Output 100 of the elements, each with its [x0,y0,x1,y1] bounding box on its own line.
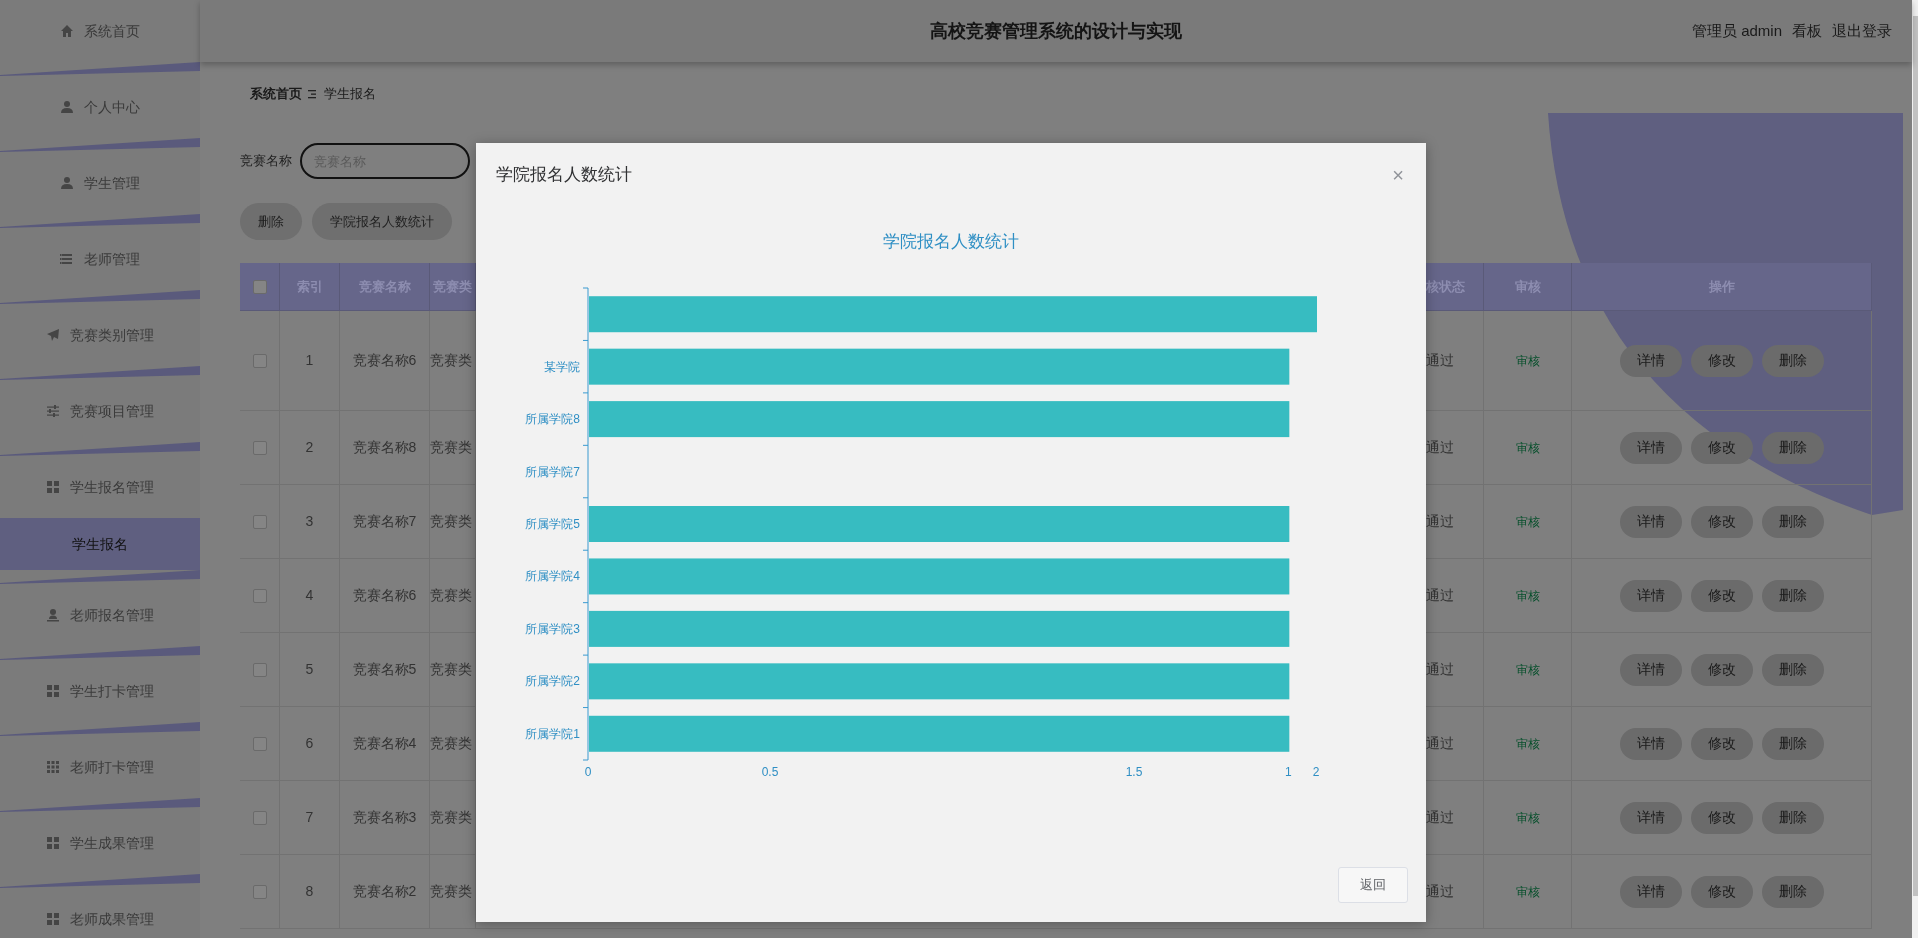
table-cell-text: 通过 [1426,438,1454,457]
table-cell-text: 通过 [1426,351,1454,370]
sidebar-subitem[interactable]: 学生报名 [0,518,200,570]
checkbox[interactable] [252,514,267,529]
breadcrumb-item[interactable]: 系统首页 [250,84,302,104]
grid-icon [46,480,60,494]
user-icon [60,176,74,190]
table-cell-text: 7 [305,808,314,827]
table-cell-text: 4 [305,586,314,605]
table-cell-text: 2 [305,438,314,457]
table-cell-text: 通过 [1426,734,1454,753]
grid-icon [46,912,60,926]
table-cell-text: 竞赛类 [430,808,472,827]
checkbox[interactable] [252,662,267,677]
checkbox[interactable] [252,279,267,294]
axis-label: 所属学院7 [525,464,580,479]
review-link[interactable]: 审核 [1515,734,1540,753]
row-action-button[interactable]: 修改 [1690,579,1753,612]
grid-icon [46,836,60,850]
row-action-button[interactable]: 详情 [1619,579,1682,612]
user-name: 管理员 admin [1691,20,1782,41]
row-action-button[interactable]: 修改 [1690,801,1753,834]
row-action-button[interactable]: 删除 [1761,653,1824,686]
row-action-button[interactable]: 详情 [1619,653,1682,686]
review-link[interactable]: 审核 [1515,882,1540,901]
table-cell-text: 竞赛类 [430,351,472,370]
row-action-button[interactable]: 修改 [1690,653,1753,686]
table-cell-text: 竞赛名称3 [352,808,417,827]
table-cell-text: 竞赛类 [430,586,472,605]
table-cell-text: 竞赛名称2 [352,882,417,901]
axis-label: 所属学院1 [525,726,580,741]
header-link[interactable]: 看板 [1792,19,1822,43]
review-link[interactable]: 审核 [1515,808,1540,827]
user-icon [46,608,60,622]
table-cell-text: 竞赛名称6 [352,586,417,605]
table-cell-text: 竞赛类 [430,660,472,679]
axis-label: 所属学院3 [525,621,580,636]
back-button[interactable]: 返回 [1338,867,1408,903]
table-cell-text: 5 [305,660,314,679]
row-action-button[interactable]: 删除 [1761,727,1824,760]
row-action-button[interactable]: 详情 [1619,344,1682,377]
axis-label: 某学院 [544,359,580,374]
app-title: 高校竞赛管理系统的设计与实现 [930,19,1182,43]
row-action-button[interactable]: 详情 [1619,875,1682,908]
row-action-button[interactable]: 详情 [1619,431,1682,464]
sliders-icon [46,404,60,418]
action-button[interactable]: 学院报名人数统计 [312,203,452,240]
axis-label: 2 [1312,765,1320,779]
header-link[interactable]: 退出登录 [1832,19,1892,43]
row-action-button[interactable]: 修改 [1690,875,1753,908]
review-link[interactable]: 审核 [1515,351,1540,370]
row-action-button[interactable]: 删除 [1761,579,1824,612]
row-action-button[interactable]: 修改 [1690,431,1753,464]
row-action-button[interactable]: 详情 [1619,505,1682,538]
axis-label: 所属学院4 [525,569,580,584]
review-link[interactable]: 审核 [1515,512,1540,531]
table-cell-text: 竞赛名称5 [352,660,417,679]
row-action-button[interactable]: 删除 [1761,505,1824,538]
axis-label: 1 [1285,765,1292,779]
axis-label: 1.5 [1125,765,1143,779]
dialog-title: 学院报名人数统计 [496,164,632,187]
table-cell-text: 通过 [1426,808,1454,827]
table-cell-text: 竞赛类 [430,438,472,457]
checkbox[interactable] [252,353,267,368]
table-cell-text: 8 [305,882,314,901]
review-link[interactable]: 审核 [1515,586,1540,605]
checkbox[interactable] [252,884,267,899]
paper-plane-icon [46,328,60,342]
field-label: 竞赛名称 [240,152,292,171]
row-action-button[interactable]: 修改 [1690,505,1753,538]
axis-label: 所属学院8 [525,412,580,427]
table-cell-text: 竞赛名称4 [352,734,417,753]
checkbox[interactable] [252,588,267,603]
table-cell-text: 竞赛类 [430,512,472,531]
table-cell-text: 1 [305,351,314,370]
review-link[interactable]: 审核 [1515,438,1540,457]
row-action-button[interactable]: 详情 [1619,801,1682,834]
table-cell-text: 通过 [1426,586,1454,605]
action-button[interactable]: 删除 [240,203,302,240]
axis-label: 所属学院5 [525,517,580,531]
close-button[interactable]: × [1390,165,1406,185]
separator-icon [308,89,318,99]
checkbox[interactable] [252,810,267,825]
table-cell-text: 竞赛名称8 [352,438,417,457]
row-action-button[interactable]: 删除 [1761,801,1824,834]
checkbox[interactable] [252,440,267,455]
row-action-button[interactable]: 修改 [1690,727,1753,760]
row-action-button[interactable]: 详情 [1619,727,1682,760]
chart-title: 学院报名人数统计 [883,232,1019,251]
table-cell-text: 竞赛类 [430,734,472,753]
user-icon [60,100,74,114]
grid-icon [46,684,60,698]
axis-label: 所属学院2 [525,674,580,689]
row-action-button[interactable]: 删除 [1761,875,1824,908]
table-cell-text: 竞赛名称7 [352,512,417,531]
checkbox[interactable] [252,736,267,751]
axis-label: 0.5 [761,765,779,779]
review-link[interactable]: 审核 [1515,660,1540,679]
list-icon [60,252,74,266]
table-cell-text: 竞赛名称6 [352,351,417,370]
